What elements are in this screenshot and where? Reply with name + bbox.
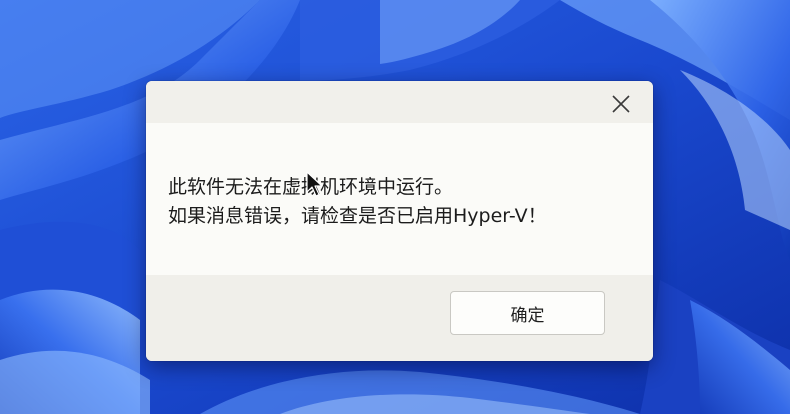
message-dialog: 此软件无法在虚拟机环境中运行。 如果消息错误，请检查是否已启用Hyper-V！ … (146, 81, 653, 361)
close-button[interactable] (598, 87, 644, 121)
dialog-message: 此软件无法在虚拟机环境中运行。 如果消息错误，请检查是否已启用Hyper-V！ (168, 173, 547, 231)
dialog-footer: 确定 (146, 275, 653, 361)
close-icon (612, 95, 630, 113)
dialog-titlebar (146, 81, 653, 123)
ok-button[interactable]: 确定 (450, 291, 605, 335)
dialog-content: 此软件无法在虚拟机环境中运行。 如果消息错误，请检查是否已启用Hyper-V！ (146, 123, 653, 275)
mouse-pointer-icon (306, 171, 323, 197)
message-line-1: 此软件无法在虚拟机环境中运行。 (168, 173, 547, 202)
message-line-2: 如果消息错误，请检查是否已启用Hyper-V！ (168, 205, 547, 227)
